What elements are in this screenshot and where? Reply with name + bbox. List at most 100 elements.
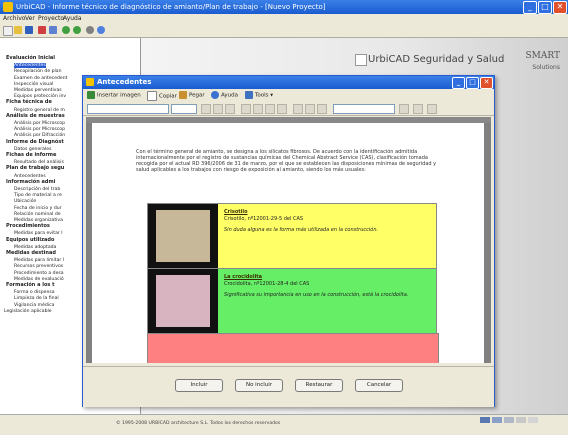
tree-item[interactable]: Medidas para evitar l [14, 231, 63, 236]
tree-item[interactable]: Examen de antecedent [14, 76, 67, 81]
tree-item[interactable]: Procedimiento a desa [14, 271, 64, 276]
tree-item[interactable]: Informe de Diagnóst [6, 139, 64, 145]
menu-ayuda[interactable]: Ayuda [63, 15, 82, 22]
main-toolbar [0, 24, 568, 38]
dialog-maximize-button[interactable]: □ [466, 77, 479, 89]
tree-item[interactable]: Análisis por Microscop [14, 121, 65, 126]
table-icon[interactable] [427, 104, 437, 114]
tree-item[interactable]: Ubicación [14, 199, 36, 204]
tree-item[interactable]: Procedimientos [6, 224, 50, 229]
paste-button[interactable]: Pegar [179, 91, 205, 100]
tree-item[interactable]: Limpieza de la final [14, 296, 59, 301]
align-right-icon[interactable] [265, 104, 275, 114]
minimize-button[interactable]: _ [523, 1, 537, 14]
restore-button[interactable]: Restaurar [295, 379, 343, 392]
tree-item[interactable]: Recopilación de plan [14, 69, 62, 74]
help-icon[interactable] [97, 26, 105, 34]
cancel-button[interactable]: Cancelar [355, 379, 403, 392]
bullets-icon[interactable] [293, 104, 303, 114]
brand-solutions: Solutions [532, 64, 560, 71]
mineral-name: Crisotilo [224, 209, 248, 215]
dialog-close-button[interactable]: ✕ [480, 77, 493, 89]
tree-item[interactable]: Relación nominal de [14, 212, 61, 217]
tree-item[interactable]: Tipo de material a re [14, 193, 62, 198]
tree-item[interactable]: Inspección visual [14, 82, 53, 87]
refresh-icon[interactable] [86, 26, 94, 34]
mineral-description: Significativa su importancia en uso en l… [224, 292, 409, 298]
dialog-minimize-button[interactable]: _ [452, 77, 465, 89]
tree-item[interactable]: Medidas para limitar l [14, 258, 64, 263]
highlight-icon[interactable] [413, 104, 423, 114]
do-not-include-button[interactable]: No incluir [235, 379, 283, 392]
dialog-title: Antecedentes [97, 78, 152, 86]
save-icon[interactable] [25, 26, 33, 34]
status-bar: © 1995-2008 URBICAD architecture S.L. To… [0, 414, 568, 435]
menu-proyecto[interactable]: Proyecto [38, 15, 64, 22]
dialog-icon [86, 78, 94, 86]
style-select[interactable] [333, 104, 395, 114]
cut-icon[interactable] [38, 26, 46, 34]
tree-item[interactable]: Forma o dispensa [14, 290, 55, 295]
menu-bar: Archivo Ver Proyecto Ayuda [0, 14, 568, 24]
mineral-row-partial [147, 333, 439, 363]
tree-item[interactable]: Formación a los t [6, 283, 54, 288]
tree-item[interactable]: Descripción del trab [14, 187, 60, 192]
tree-item[interactable]: Información admi [6, 179, 55, 185]
dialog-titlebar: Antecedentes _ □ ✕ [83, 76, 494, 89]
menu-ver[interactable]: Ver [25, 15, 35, 22]
tree-item[interactable]: Equipos utilizado [6, 237, 54, 243]
antecedentes-dialog: Antecedentes _ □ ✕ Insertar imagen Copia… [82, 75, 495, 407]
brand-logo-square [355, 54, 367, 66]
document-area[interactable]: Con el término general de amianto, se de… [86, 123, 491, 363]
brand-name: UrbiCAD Seguridad y Salud [368, 54, 505, 65]
maximize-button[interactable]: □ [538, 1, 552, 14]
tree-item[interactable]: Legislación aplicable [4, 309, 52, 314]
align-left-icon[interactable] [241, 104, 251, 114]
back-icon[interactable] [62, 26, 70, 34]
copy-button[interactable]: Copiar [147, 91, 177, 101]
new-file-icon[interactable] [3, 26, 13, 36]
tree-item[interactable]: Medidas destinad [6, 251, 56, 256]
tree-item[interactable]: Registro general de m [14, 108, 65, 113]
numbering-icon[interactable] [305, 104, 315, 114]
include-button[interactable]: Incluir [175, 379, 223, 392]
status-text: © 1995-2008 URBICAD architecture S.L. To… [116, 421, 281, 426]
app-icon [3, 2, 13, 12]
tree-item[interactable]: Antecedentes [14, 174, 46, 179]
tree-item[interactable]: Plan de trabajo segu [6, 166, 64, 171]
tree-item[interactable]: Antecedentes [14, 63, 46, 69]
close-button[interactable]: ✕ [553, 1, 567, 14]
tools-icon [245, 91, 253, 99]
italic-icon[interactable] [213, 104, 223, 114]
copy-icon[interactable] [49, 26, 57, 34]
tree-item[interactable]: Vigilancia médica [14, 303, 54, 308]
font-name-select[interactable] [87, 104, 169, 114]
tree-item[interactable]: Recursos preventivos [14, 264, 63, 269]
bold-icon[interactable] [201, 104, 211, 114]
mineral-description: Sin duda alguna es la forma más utilizad… [224, 227, 379, 233]
open-folder-icon[interactable] [14, 26, 22, 34]
justify-icon[interactable] [277, 104, 287, 114]
tree-item[interactable]: Análisis de muestras [6, 113, 65, 119]
underline-icon[interactable] [225, 104, 235, 114]
forward-icon[interactable] [73, 26, 81, 34]
tree-item[interactable]: Ficha técnica de [6, 100, 52, 105]
indent-icon[interactable] [317, 104, 327, 114]
align-center-icon[interactable] [253, 104, 263, 114]
insert-image-button[interactable]: Insertar imagen [87, 91, 141, 100]
dialog-footer: Incluir No incluir Restaurar Cancelar [83, 366, 494, 407]
menu-archivo[interactable]: Archivo [3, 15, 25, 22]
tree-item[interactable]: Evaluación Inicial [6, 56, 55, 61]
tree-item[interactable]: Fecha de inicio y dur [14, 206, 62, 211]
format-toolbar [83, 102, 494, 116]
help-button[interactable]: Ayuda [211, 91, 238, 100]
tree-item[interactable]: Fichas de informe [6, 153, 56, 158]
tree-item[interactable]: Análisis por Difracción [14, 133, 65, 138]
font-size-select[interactable] [171, 104, 197, 114]
font-color-icon[interactable] [399, 104, 409, 114]
mineral-cas: Crisotilo, nº12001-29-5 del CAS [224, 216, 304, 222]
tree-item[interactable]: Medidas perventivas [14, 88, 62, 93]
tools-menu[interactable]: Tools ▾ [245, 91, 273, 100]
tree-item[interactable]: Análisis por Microscop [14, 127, 65, 132]
document-page[interactable]: Con el término general de amianto, se de… [92, 123, 484, 363]
